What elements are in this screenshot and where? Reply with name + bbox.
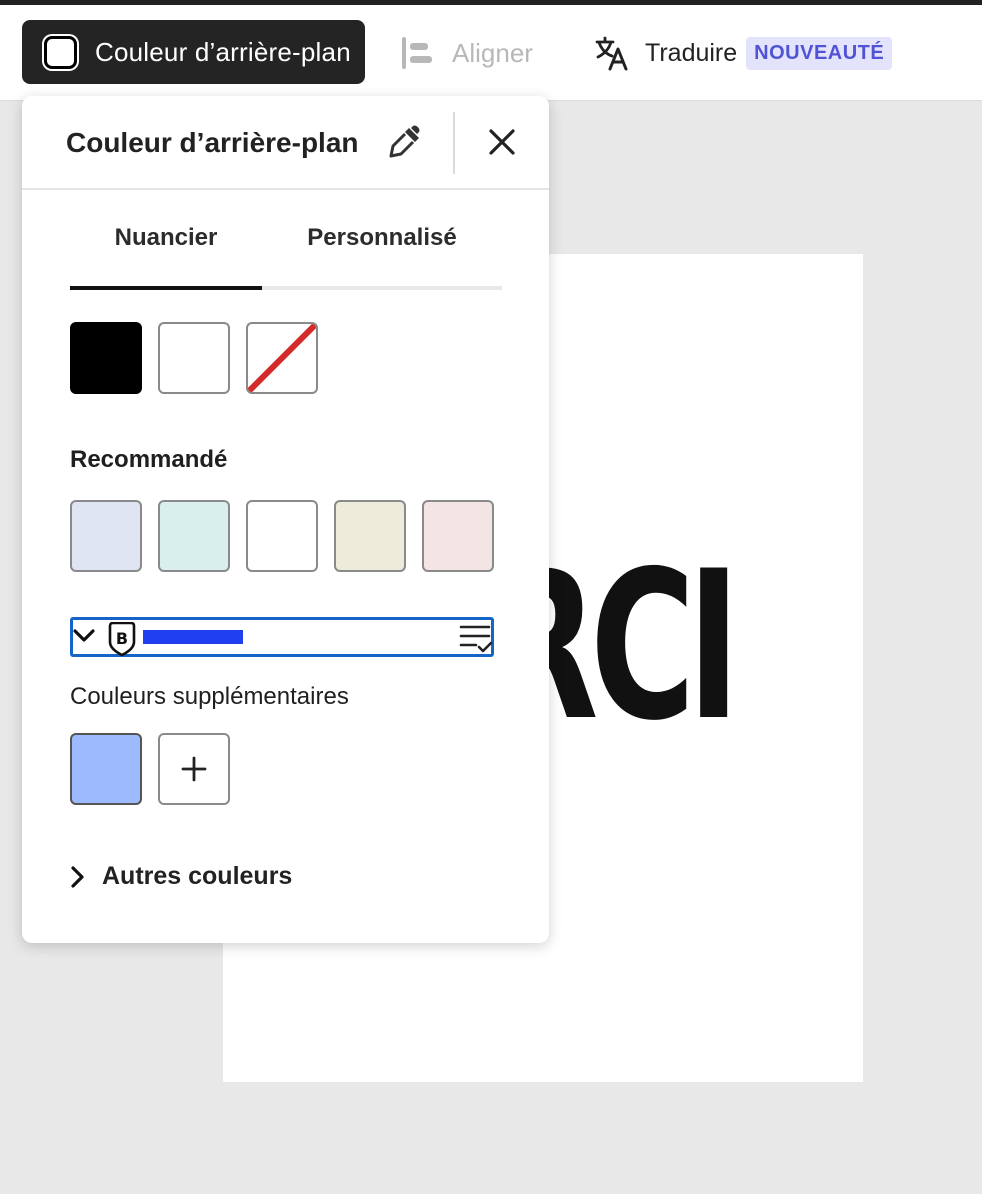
additional-colors-heading: Couleurs supplémentaires xyxy=(70,683,349,710)
swatch-recommended-1[interactable] xyxy=(70,500,142,572)
plus-icon xyxy=(181,756,207,782)
tab-swatches[interactable]: Nuancier xyxy=(70,224,262,288)
header-divider xyxy=(453,112,455,174)
background-color-panel: Couleur d’arrière-plan Nuancier Personna… xyxy=(22,96,549,943)
shield-b-icon[interactable]: B xyxy=(107,622,137,656)
swatch-recommended-5[interactable] xyxy=(422,500,494,572)
swatch-recommended-4[interactable] xyxy=(334,500,406,572)
eyedropper-icon[interactable] xyxy=(387,124,423,160)
translate-button[interactable]: Traduire NOUVEAUTÉ xyxy=(595,33,893,73)
more-colors-label: Autres couleurs xyxy=(102,862,293,890)
add-color-button[interactable] xyxy=(158,733,230,805)
recommended-heading: Recommandé xyxy=(70,446,228,473)
swatch-recommended-3[interactable] xyxy=(246,500,318,572)
new-badge: NOUVEAUTÉ xyxy=(746,36,893,70)
swatch-icon xyxy=(44,35,77,69)
align-button[interactable]: Aligner xyxy=(400,33,533,73)
more-colors-toggle[interactable]: Autres couleurs xyxy=(70,862,292,891)
swatch-no-color[interactable] xyxy=(246,322,318,394)
panel-header: Couleur d’arrière-plan xyxy=(22,96,549,190)
svg-text:B: B xyxy=(116,629,128,648)
close-icon[interactable] xyxy=(487,127,517,157)
chevron-right-icon xyxy=(71,865,84,888)
swatch-recommended-2[interactable] xyxy=(158,500,230,572)
tab-active-indicator xyxy=(70,286,262,290)
color-tabs: Nuancier Personnalisé xyxy=(70,224,502,292)
chevron-down-icon[interactable] xyxy=(73,628,95,644)
translate-label: Traduire xyxy=(645,38,738,67)
redacted-text xyxy=(143,630,243,644)
align-label: Aligner xyxy=(452,37,533,68)
align-left-icon xyxy=(402,37,432,69)
list-check-icon[interactable] xyxy=(459,623,493,655)
top-toolbar: Couleur d’arrière-plan Aligner Traduire … xyxy=(0,5,982,101)
swatch-additional-1[interactable] xyxy=(70,733,142,805)
panel-title: Couleur d’arrière-plan xyxy=(66,127,359,158)
extension-bar[interactable]: B xyxy=(70,617,494,657)
translate-icon xyxy=(595,36,628,71)
swatch-white[interactable] xyxy=(158,322,230,394)
swatch-black[interactable] xyxy=(70,322,142,394)
no-color-slash-icon xyxy=(248,324,316,392)
tab-custom[interactable]: Personnalisé xyxy=(262,224,502,288)
background-color-label: Couleur d’arrière-plan xyxy=(95,36,351,67)
background-color-button[interactable]: Couleur d’arrière-plan xyxy=(22,20,365,84)
